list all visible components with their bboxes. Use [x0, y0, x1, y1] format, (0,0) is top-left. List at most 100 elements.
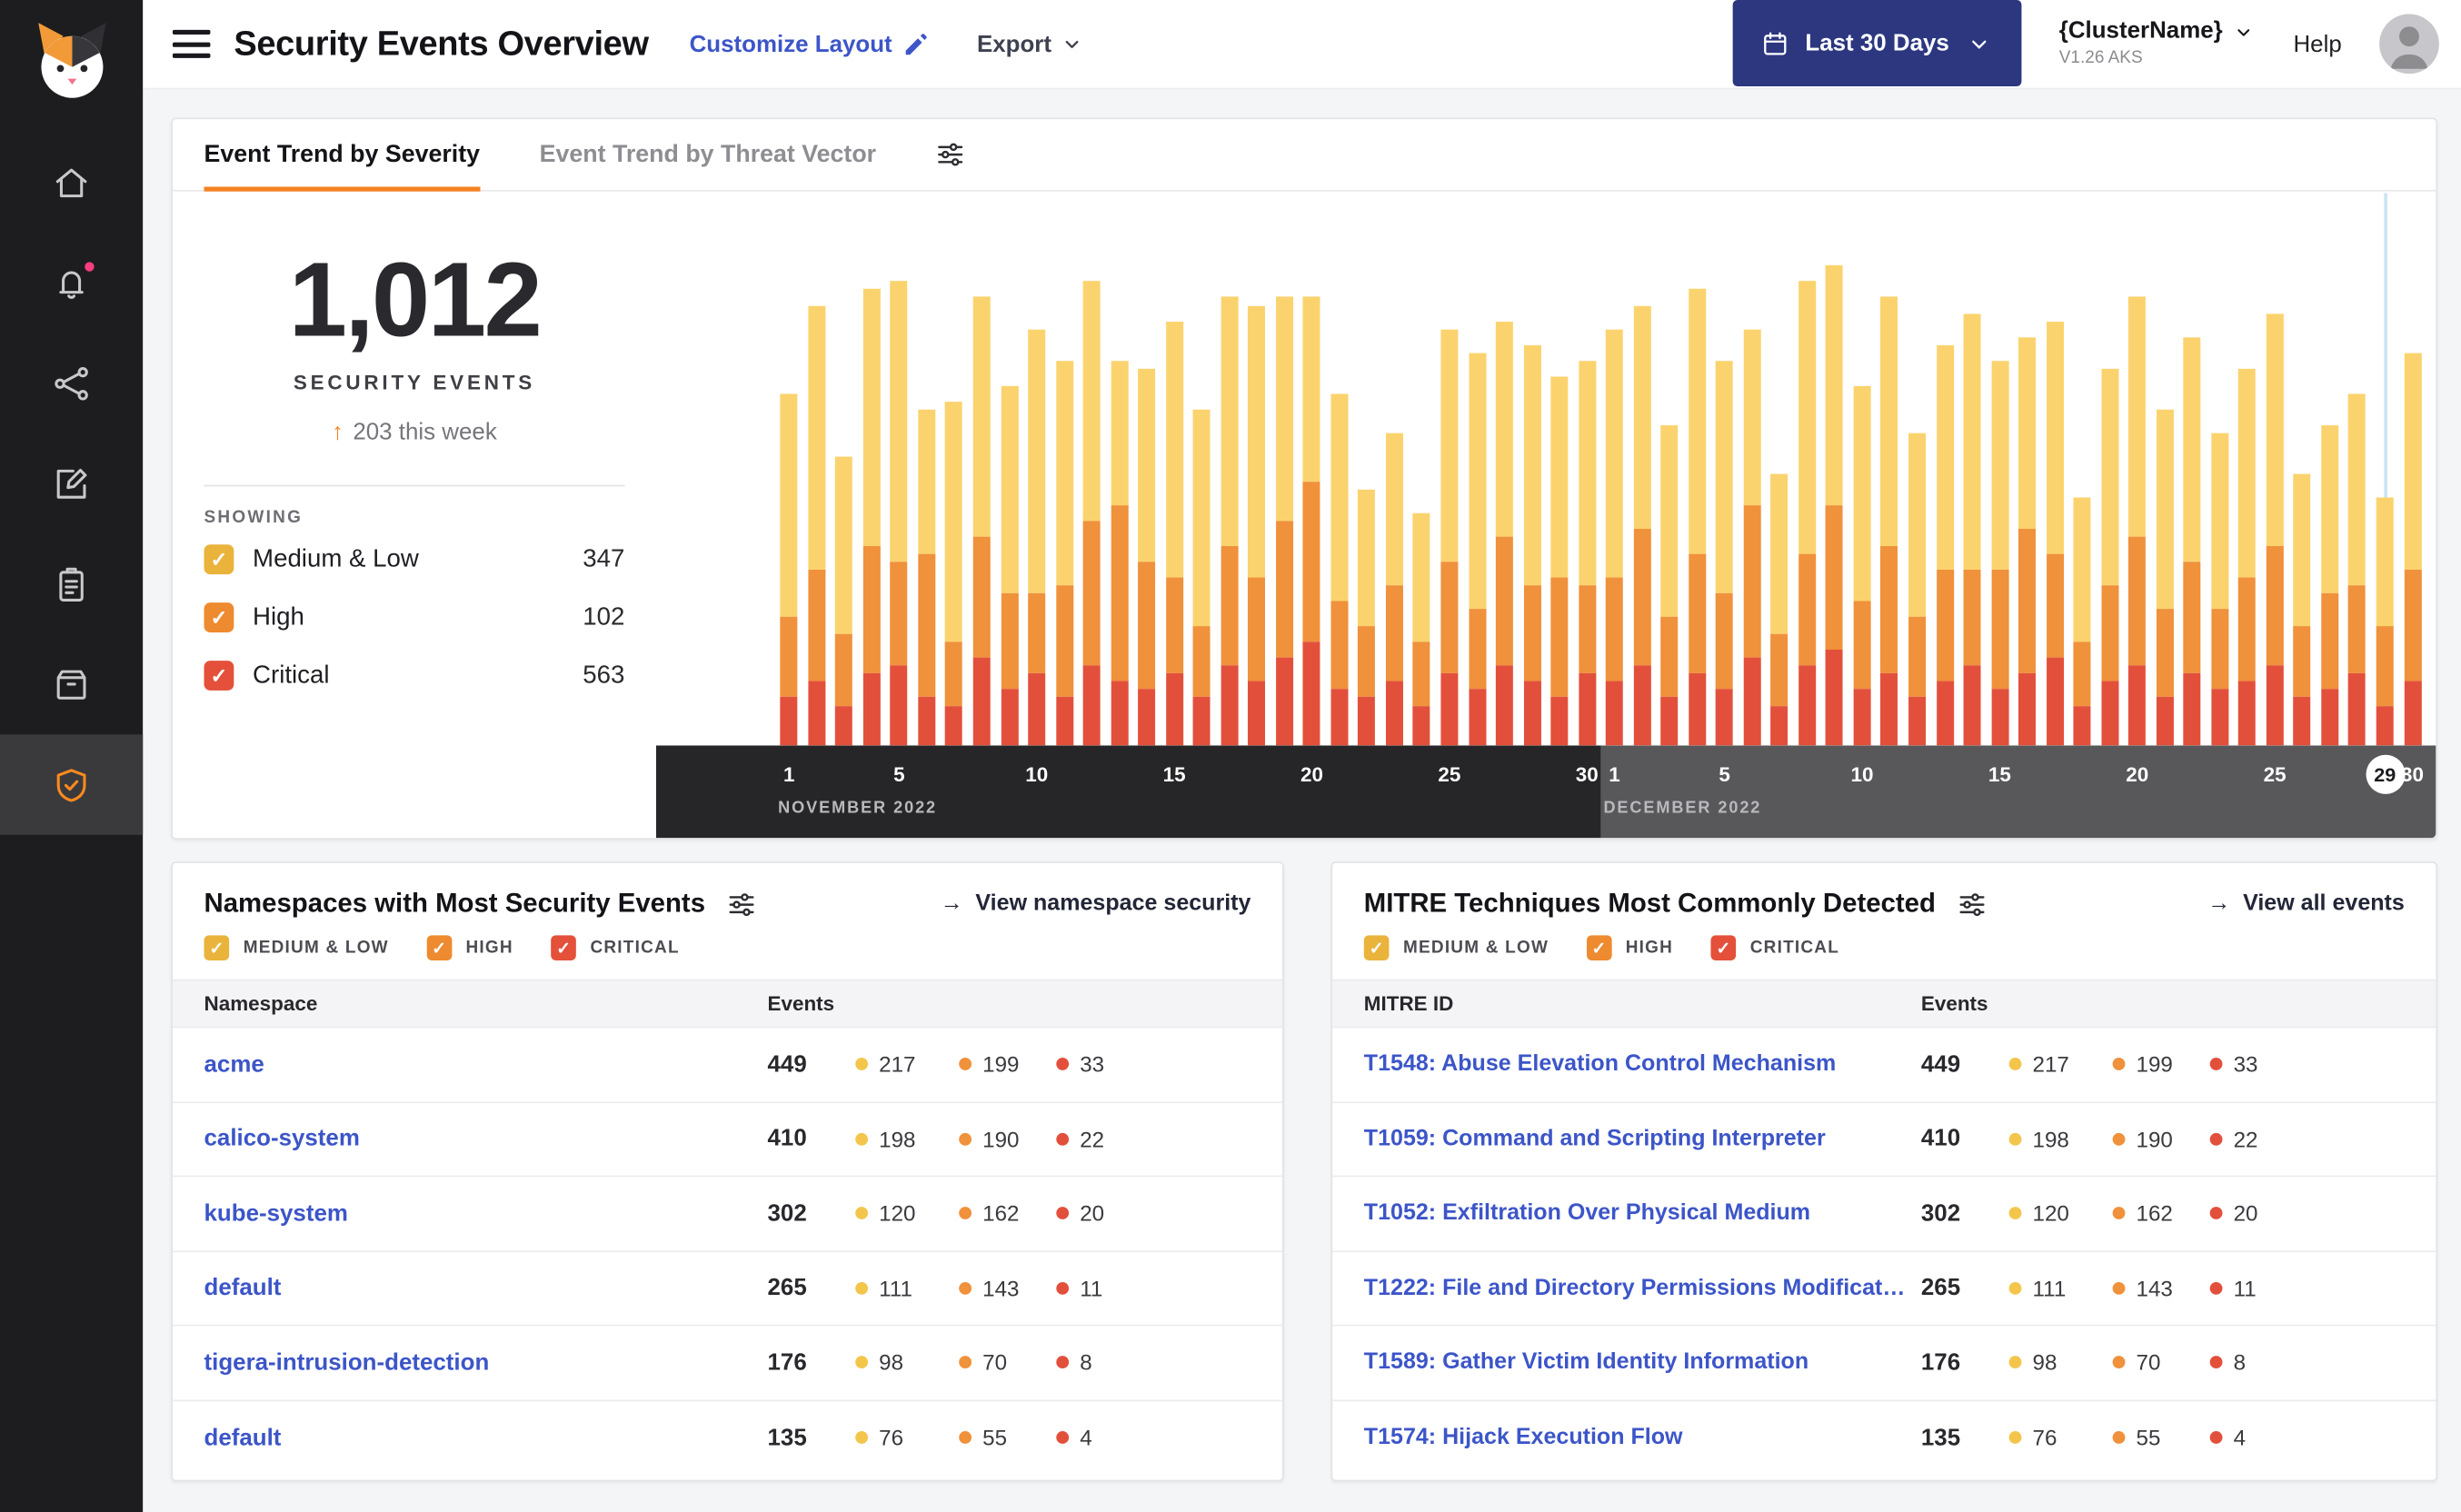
menu-toggle[interactable] — [172, 29, 211, 58]
chart-bar[interactable] — [1660, 425, 1679, 746]
namespace-link[interactable]: calico-system — [204, 1126, 768, 1152]
chart-bar[interactable] — [1770, 472, 1788, 746]
chart-bar[interactable] — [2376, 497, 2394, 746]
chart-bar[interactable] — [1221, 297, 1239, 746]
chart-bar[interactable] — [1111, 361, 1129, 746]
namespace-link[interactable]: default — [204, 1275, 768, 1301]
chart-bar[interactable] — [1138, 369, 1156, 746]
customize-layout-link[interactable]: Customize Layout — [690, 31, 931, 57]
mitre-technique-link[interactable]: T1052: Exfiltration Over Physical Medium — [1364, 1201, 1921, 1227]
severity-checkbox[interactable]: ✓ — [204, 544, 234, 575]
chart-bar[interactable] — [862, 289, 881, 746]
chart-settings-icon[interactable] — [936, 119, 966, 190]
chart-bar[interactable] — [1963, 313, 1981, 746]
chart-bar[interactable] — [2348, 393, 2366, 746]
chart-bar[interactable] — [2156, 409, 2174, 746]
chart-bar[interactable] — [972, 297, 991, 746]
sidebar-item-home[interactable] — [0, 132, 143, 233]
chart-bar[interactable] — [1028, 329, 1046, 746]
chart-bar[interactable] — [2238, 369, 2257, 746]
severity-filter-high[interactable]: ✓ High 102 — [204, 589, 625, 647]
chart-bar[interactable] — [808, 304, 826, 746]
namespace-link[interactable]: tigera-intrusion-detection — [204, 1349, 768, 1376]
chart-bar[interactable] — [2404, 353, 2422, 746]
chart-bar[interactable] — [2046, 321, 2064, 746]
namespaces-settings-icon[interactable] — [727, 889, 757, 919]
severity-checkbox[interactable]: ✓ — [1710, 935, 1737, 960]
chart-bar[interactable] — [1275, 297, 1293, 746]
chart-bar[interactable] — [1826, 264, 1844, 746]
date-range-button[interactable]: Last 30 Days — [1732, 0, 2022, 86]
mini-filter-medium-low[interactable]: ✓ MEDIUM & LOW — [1363, 935, 1549, 960]
chart-bar[interactable] — [1495, 321, 1513, 746]
mitre-technique-link[interactable]: T1574: Hijack Execution Flow — [1364, 1426, 1921, 1451]
chart-bar[interactable] — [1440, 329, 1459, 746]
chart-bar[interactable] — [1055, 361, 1073, 746]
chart-bar[interactable] — [1165, 321, 1183, 746]
chart-bar[interactable] — [2266, 313, 2284, 746]
chart-bar[interactable] — [1192, 409, 1211, 746]
mini-filter-high[interactable]: ✓ HIGH — [1586, 935, 1674, 960]
chart-bar[interactable] — [835, 457, 853, 746]
severity-filter-medium-low[interactable]: ✓ Medium & Low 347 — [204, 531, 625, 589]
chart-bar[interactable] — [1936, 344, 1954, 746]
sidebar-item-service-graph[interactable] — [0, 333, 143, 433]
chart-bar[interactable] — [2100, 369, 2118, 746]
severity-checkbox[interactable]: ✓ — [204, 661, 234, 691]
mini-filter-high[interactable]: ✓ HIGH — [426, 935, 513, 960]
severity-checkbox[interactable]: ✓ — [204, 602, 234, 632]
chart-bar[interactable] — [945, 401, 963, 746]
chart-bar[interactable] — [1908, 433, 1927, 746]
mini-filter-critical[interactable]: ✓ CRITICAL — [1710, 935, 1840, 960]
sidebar-item-alerts[interactable] — [0, 233, 143, 333]
cluster-selector[interactable]: {ClusterName} V1.26 AKS — [2059, 18, 2256, 70]
mitre-technique-link[interactable]: T1222: File and Directory Permissions Mo… — [1364, 1276, 1921, 1301]
tab-event-trend-by-severity[interactable]: Event Trend by Severity — [204, 119, 480, 192]
severity-checkbox[interactable]: ✓ — [551, 935, 576, 960]
sidebar-item-images[interactable] — [0, 634, 143, 735]
chart-bar[interactable] — [1990, 361, 2008, 746]
severity-filter-critical[interactable]: ✓ Critical 563 — [204, 647, 625, 705]
chart-bar[interactable] — [890, 281, 908, 746]
severity-checkbox[interactable]: ✓ — [204, 935, 230, 960]
chart-bar[interactable] — [1330, 393, 1349, 746]
mitre-settings-icon[interactable] — [1958, 889, 1988, 919]
chart-bar[interactable] — [1798, 281, 1816, 746]
chart-bar[interactable] — [2018, 337, 2037, 746]
chart-bar[interactable] — [1000, 385, 1018, 746]
help-link[interactable]: Help — [2293, 31, 2341, 57]
export-button[interactable]: Export — [977, 31, 1084, 57]
severity-checkbox[interactable]: ✓ — [1363, 935, 1390, 960]
mitre-technique-link[interactable]: T1059: Command and Scripting Interpreter — [1364, 1127, 1921, 1152]
user-avatar[interactable] — [2379, 14, 2439, 75]
chart-bar[interactable] — [2211, 433, 2229, 746]
sidebar-item-policies[interactable] — [0, 433, 143, 534]
chart-bar[interactable] — [1550, 377, 1569, 746]
chart-bar[interactable] — [1385, 433, 1403, 746]
chart-bar[interactable] — [1413, 512, 1431, 746]
sidebar-item-threat-defense[interactable] — [0, 734, 144, 835]
chart-bar[interactable] — [1578, 361, 1596, 746]
chart-bar[interactable] — [2073, 497, 2091, 746]
chart-bar[interactable] — [780, 393, 798, 746]
chart-bar[interactable] — [2321, 425, 2339, 746]
chart-bar[interactable] — [1082, 281, 1101, 746]
view-all-events-link[interactable]: → View all events — [2207, 891, 2405, 917]
namespace-link[interactable]: default — [204, 1425, 768, 1451]
chart-bar[interactable] — [1688, 289, 1706, 746]
chart-bar[interactable] — [918, 409, 936, 746]
chart-bar[interactable] — [1468, 353, 1486, 746]
tab-event-trend-by-threat-vector[interactable]: Event Trend by Threat Vector — [540, 119, 876, 190]
namespace-link[interactable]: acme — [204, 1051, 768, 1078]
chart-bar[interactable] — [2183, 337, 2201, 746]
view-namespace-security-link[interactable]: → View namespace security — [941, 891, 1251, 917]
severity-checkbox[interactable]: ✓ — [1586, 935, 1612, 960]
chart-bar[interactable] — [1523, 344, 1541, 746]
chart-bar[interactable] — [1880, 297, 1898, 746]
calico-cat-logo[interactable] — [25, 13, 119, 107]
mini-filter-critical[interactable]: ✓ CRITICAL — [551, 935, 680, 960]
chart-bar[interactable] — [1358, 489, 1376, 746]
namespace-link[interactable]: kube-system — [204, 1200, 768, 1227]
chart-bar[interactable] — [1743, 329, 1761, 746]
mitre-technique-link[interactable]: T1589: Gather Victim Identity Informatio… — [1364, 1350, 1921, 1376]
